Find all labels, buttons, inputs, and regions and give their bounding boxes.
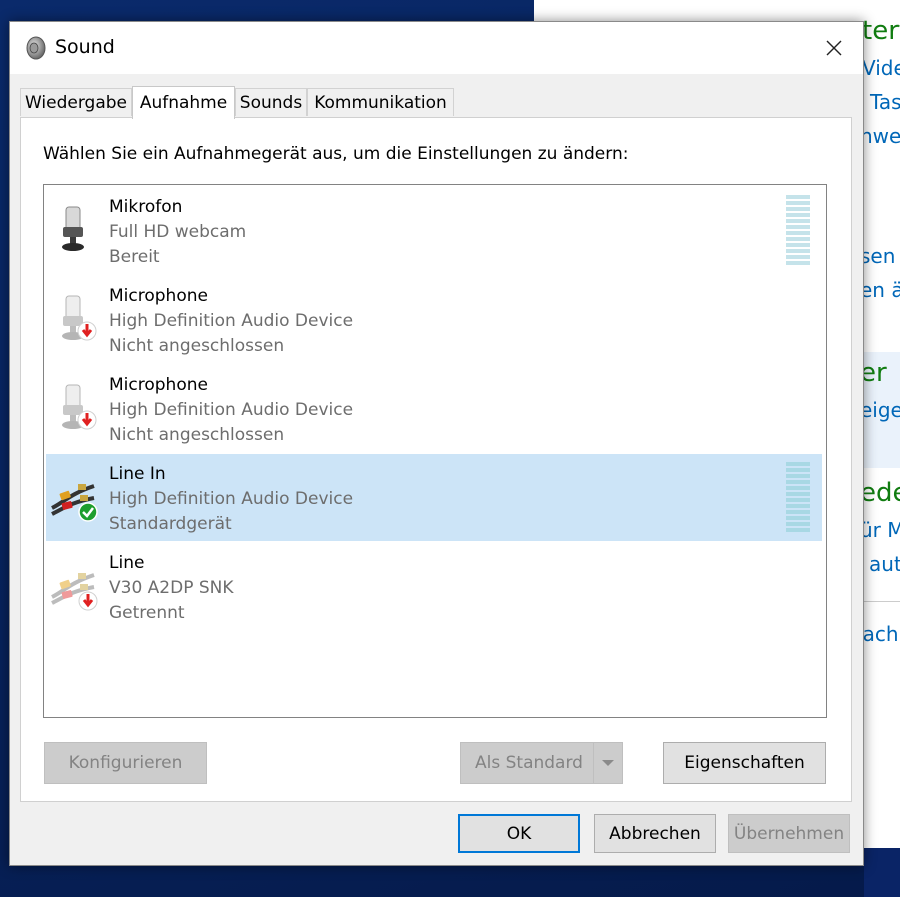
device-description: Full HD webcam [109, 222, 247, 242]
device-description: High Definition Audio Device [109, 400, 354, 420]
bg-link-3[interactable]: nwei [860, 124, 900, 148]
microphone-icon [50, 290, 100, 346]
device-name: Mikrofon [109, 197, 183, 217]
close-button[interactable] [812, 30, 856, 66]
dialog-title: Sound [55, 36, 115, 58]
recording-tab-panel: Wählen Sie ein Aufnahmegerät aus, um die… [20, 117, 852, 802]
tab-kommunikation[interactable]: Kommunikation [307, 88, 454, 116]
device-status: Standardgerät [109, 514, 232, 534]
tab-aufnahme[interactable]: Aufnahme [132, 86, 235, 119]
taskbar-fragment [864, 848, 900, 897]
instruction-text: Wählen Sie ein Aufnahmegerät aus, um die… [43, 144, 629, 164]
bg-heading-3: ede [860, 478, 900, 508]
device-list[interactable]: Mikrofon Full HD webcam Bereit Microphon… [43, 184, 827, 718]
microphone-icon [50, 379, 100, 435]
bg-link-4[interactable]: sen [860, 244, 895, 268]
bg-link-5[interactable]: en ä [860, 278, 900, 302]
device-name: Line In [109, 464, 166, 484]
list-item-line[interactable]: Line V30 A2DP SNK Getrennt [46, 543, 822, 630]
device-name: Microphone [109, 375, 208, 395]
title-bar[interactable]: Sound [10, 22, 863, 74]
speaker-icon [23, 36, 47, 60]
chevron-down-icon[interactable] [593, 743, 622, 783]
configure-button[interactable]: Konfigurieren [44, 742, 207, 784]
ok-button[interactable]: OK [458, 814, 580, 853]
device-description: V30 A2DP SNK [109, 578, 234, 598]
level-meter [786, 462, 810, 532]
bg-link-2[interactable]: Tas [870, 90, 900, 114]
device-description: High Definition Audio Device [109, 489, 354, 509]
list-item-mikrofon[interactable]: Mikrofon Full HD webcam Bereit [46, 187, 822, 274]
bg-link-7[interactable]: ür M [860, 518, 900, 542]
device-status: Nicht angeschlossen [109, 336, 285, 356]
set-default-label: Als Standard [475, 753, 583, 773]
bg-heading-2: er [860, 358, 887, 388]
device-description: High Definition Audio Device [109, 311, 354, 331]
device-name: Line [109, 553, 145, 573]
close-icon [826, 40, 842, 56]
microphone-icon [50, 201, 100, 257]
bg-heading-1: tert [862, 16, 900, 46]
level-meter [786, 195, 810, 265]
device-status: Nicht angeschlossen [109, 425, 285, 445]
cancel-button[interactable]: Abbrechen [594, 814, 716, 853]
tab-sounds[interactable]: Sounds [235, 88, 307, 116]
list-item-microphone-1[interactable]: Microphone High Definition Audio Device … [46, 276, 822, 363]
properties-button[interactable]: Eigenschaften [663, 742, 826, 784]
line-in-cable-icon [50, 468, 100, 524]
device-name: Microphone [109, 286, 208, 306]
tab-wiedergabe[interactable]: Wiedergabe [20, 88, 132, 116]
sound-dialog: Sound Wiedergabe Aufnahme Sounds Kommuni… [9, 21, 864, 866]
line-in-cable-icon [50, 557, 100, 613]
set-default-split-button[interactable]: Als Standard [460, 742, 623, 784]
bg-link-1[interactable]: Vide [862, 56, 900, 80]
device-status: Getrennt [109, 603, 185, 623]
device-status: Bereit [109, 247, 160, 267]
apply-button[interactable]: Übernehmen [728, 814, 850, 853]
bg-link-6[interactable]: eige [860, 398, 900, 422]
list-item-line-in[interactable]: Line In High Definition Audio Device Sta… [46, 454, 822, 541]
list-item-microphone-2[interactable]: Microphone High Definition Audio Device … [46, 365, 822, 452]
